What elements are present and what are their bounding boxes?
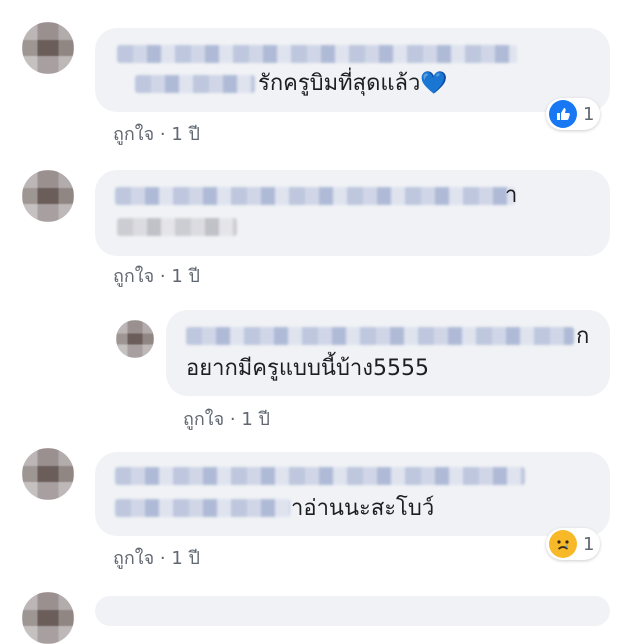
commenter-name-redacted[interactable] — [115, 467, 525, 485]
comment-actions: ถูกใจ · 1 ปี — [113, 119, 200, 148]
commenter-name-redacted[interactable] — [117, 45, 517, 63]
comment-time[interactable]: 1 ปี — [241, 409, 270, 430]
reply-bubble: ก อยากมีครูแบบนี้บ้าง5555 — [166, 310, 610, 396]
comment-bubble: รักครูบิมที่สุดแล้ว💙 — [95, 28, 610, 112]
comment-actions: ถูกใจ · 1 ปี — [113, 543, 200, 572]
reply-avatar[interactable] — [116, 320, 154, 358]
comment-time[interactable]: 1 ปี — [171, 266, 200, 287]
separator: · — [159, 124, 166, 145]
commenter-name-redacted[interactable] — [186, 327, 574, 345]
like-link[interactable]: ถูกใจ — [113, 266, 154, 287]
reaction-count: 1 — [583, 103, 595, 125]
sad-face-icon — [549, 530, 577, 558]
like-link[interactable]: ถูกใจ — [183, 409, 224, 430]
comment-text-tail: ก — [576, 324, 590, 349]
comment-text: รักครูบิมที่สุดแล้ว💙 — [258, 71, 448, 96]
separator: · — [229, 409, 236, 430]
like-link[interactable]: ถูกใจ — [113, 548, 154, 569]
comment-time[interactable]: 1 ปี — [171, 548, 200, 569]
separator: · — [159, 548, 166, 569]
comment-text-redacted — [115, 499, 290, 517]
like-link[interactable]: ถูกใจ — [113, 124, 154, 145]
comment-bubble: าอ่านนะสะโบว์ — [95, 452, 610, 536]
comment-bubble: า — [95, 170, 610, 256]
comment-text-redacted — [117, 218, 237, 236]
commenter-name-redacted[interactable] — [115, 187, 515, 205]
commenter-avatar[interactable] — [22, 170, 74, 222]
comment-time[interactable]: 1 ปี — [171, 124, 200, 145]
separator: · — [159, 266, 166, 287]
comment-text-tail: า — [505, 183, 518, 208]
thumbs-up-icon — [549, 100, 577, 128]
reaction-count: 1 — [583, 533, 595, 555]
comment-text: อยากมีครูแบบนี้บ้าง5555 — [186, 356, 430, 381]
reaction-summary[interactable]: 1 — [546, 528, 601, 560]
comment-actions: ถูกใจ · 1 ปี — [113, 261, 200, 290]
commenter-avatar[interactable] — [22, 592, 74, 644]
comment-actions: ถูกใจ · 1 ปี — [183, 404, 270, 433]
commenter-avatar[interactable] — [22, 448, 74, 500]
comment-text-redacted — [135, 75, 255, 93]
reaction-summary[interactable]: 1 — [546, 98, 601, 130]
comment-text: าอ่านนะสะโบว์ — [291, 496, 435, 521]
commenter-avatar[interactable] — [22, 22, 74, 74]
